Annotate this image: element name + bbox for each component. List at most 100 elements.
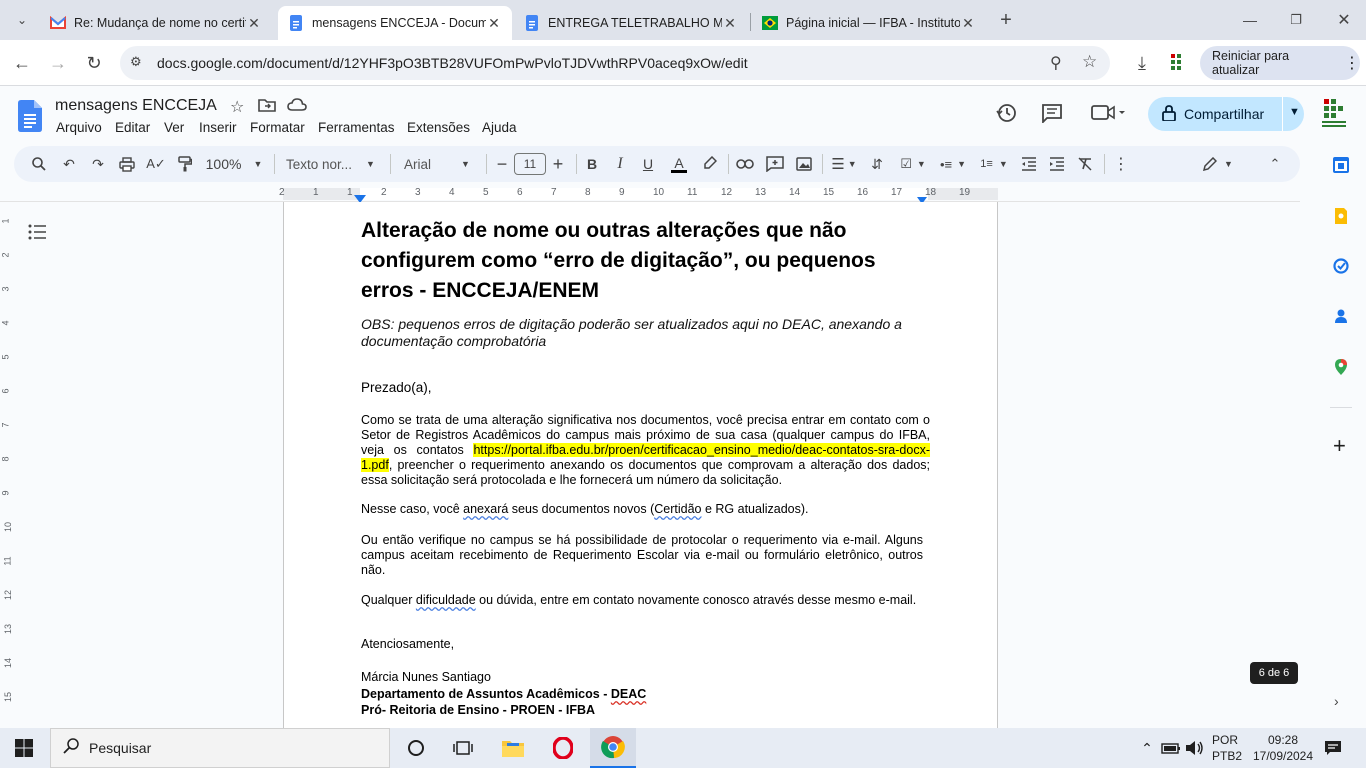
download-icon[interactable]: ⤓ <box>1128 49 1156 77</box>
print-icon[interactable] <box>116 146 138 182</box>
document-outline-icon[interactable] <box>28 224 48 245</box>
doc-paragraph-1[interactable]: Como se trata de uma alteração significa… <box>361 413 930 488</box>
star-icon[interactable]: ☆ <box>230 97 244 117</box>
decrease-indent-icon[interactable] <box>1018 146 1040 182</box>
bulleted-list-icon[interactable]: •≡ ▼ <box>936 146 970 182</box>
close-tab-icon[interactable]: ✕ <box>722 15 738 32</box>
line-spacing-icon[interactable]: ⇵ <box>866 146 888 182</box>
taskbar-search[interactable]: Pesquisar <box>50 728 390 768</box>
clear-formatting-icon[interactable] <box>1074 146 1096 182</box>
new-tab-icon[interactable]: + <box>992 6 1020 34</box>
document-canvas[interactable]: Alteração de nome ou outras alterações q… <box>0 202 1300 728</box>
collapse-menus-icon[interactable]: ⌃ <box>1264 146 1286 182</box>
url-text[interactable]: docs.google.com/document/d/12YHF3pO3BTB2… <box>157 55 748 71</box>
share-dropdown-icon[interactable]: ▼ <box>1289 106 1300 118</box>
doc-obs[interactable]: OBS: pequenos erros de digitação poderão… <box>361 316 931 350</box>
opera-icon[interactable] <box>545 728 581 768</box>
more-vert-icon[interactable]: ⋮ <box>1344 53 1360 73</box>
highlight-icon[interactable] <box>699 146 721 182</box>
insert-image-icon[interactable] <box>793 146 815 182</box>
horizontal-ruler[interactable]: 2 1 1 2 3 4 5 6 7 8 9 10 11 12 13 14 15 16 17 18 19 <box>0 186 1300 204</box>
maps-icon[interactable] <box>1333 359 1349 375</box>
paint-format-icon[interactable] <box>174 146 196 182</box>
menu-extensoes[interactable]: Extensões <box>407 120 470 135</box>
undo-icon[interactable]: ↶ <box>58 146 80 182</box>
show-hidden-icons-icon[interactable]: ⌃ <box>1138 728 1156 768</box>
tasks-icon[interactable] <box>1333 258 1349 274</box>
font-size-input[interactable]: 11 <box>514 146 546 182</box>
menu-inserir[interactable]: Inserir <box>199 120 237 135</box>
share-button[interactable]: Compartilhar ▼ <box>1148 97 1304 131</box>
forward-icon[interactable]: → <box>44 49 72 77</box>
p4-spellcheck-word[interactable]: dificuldade <box>416 593 476 607</box>
signature-unit[interactable]: Pró- Reitoria de Ensino - PROEN - IFBA <box>361 703 931 718</box>
menu-formatar[interactable]: Formatar <box>250 120 305 135</box>
back-icon[interactable]: ← <box>8 49 36 77</box>
site-settings-icon[interactable]: ⚙ <box>130 54 142 70</box>
keep-icon[interactable] <box>1333 208 1349 224</box>
close-tab-icon[interactable]: ✕ <box>246 15 262 32</box>
update-button[interactable]: Reiniciar para atualizar ⋮ <box>1200 46 1360 80</box>
notifications-icon[interactable] <box>1320 728 1346 768</box>
add-comment-icon[interactable] <box>764 146 786 182</box>
task-view-icon[interactable] <box>445 728 481 768</box>
version-history-icon[interactable] <box>996 102 1018 129</box>
editing-mode-icon[interactable]: ▼ <box>1200 146 1236 182</box>
tab-docs-active[interactable]: mensagens ENCCEJA - Docume ✕ <box>278 6 512 40</box>
increase-indent-icon[interactable] <box>1046 146 1068 182</box>
text-color-icon[interactable]: A <box>668 146 690 182</box>
underline-icon[interactable]: U <box>638 146 658 182</box>
tab-search-chevron-icon[interactable]: ⌄ <box>8 6 36 34</box>
address-bar[interactable]: ⚙ docs.google.com/document/d/12YHF3pO3BT… <box>120 46 1110 80</box>
add-addon-icon[interactable]: + <box>1333 435 1346 457</box>
keyboard-layout[interactable]: POR PTB2 <box>1212 732 1242 764</box>
doc-greeting[interactable]: Prezado(a), <box>361 380 931 395</box>
increase-font-size-icon[interactable]: + <box>548 146 568 182</box>
numbered-list-icon[interactable]: 1≡ ▼ <box>976 146 1012 182</box>
menu-ferramentas[interactable]: Ferramentas <box>318 120 395 135</box>
signature-name[interactable]: Márcia Nunes Santiago <box>361 670 931 685</box>
p2-spellcheck-word[interactable]: anexará <box>463 502 508 516</box>
reload-icon[interactable]: ↻ <box>80 49 108 77</box>
insert-link-icon[interactable] <box>734 146 756 182</box>
tab-docs-entrega[interactable]: ENTREGA TELETRABALHO MAR ✕ <box>514 6 748 40</box>
contacts-icon[interactable] <box>1333 308 1349 324</box>
doc-paragraph-2[interactable]: Nesse caso, você anexará seus documentos… <box>361 502 931 517</box>
style-select[interactable]: Texto nor... ▼ <box>284 146 380 182</box>
signature-department[interactable]: Departamento de Assuntos Acadêmicos - DE… <box>361 687 931 702</box>
menu-editar[interactable]: Editar <box>115 120 150 135</box>
more-options-icon[interactable]: ⋮ <box>1112 146 1130 182</box>
close-window-icon[interactable]: ✕ <box>1330 6 1358 34</box>
move-folder-icon[interactable] <box>258 97 276 118</box>
restore-icon[interactable]: ❐ <box>1282 6 1310 34</box>
file-explorer-icon[interactable] <box>495 728 531 768</box>
close-tab-icon[interactable]: ✕ <box>486 15 502 32</box>
font-select[interactable]: Arial ▼ <box>402 146 478 182</box>
redo-icon[interactable]: ↷ <box>87 146 109 182</box>
search-menus-icon[interactable] <box>28 146 50 182</box>
bold-icon[interactable]: B <box>582 146 602 182</box>
windows-start-icon[interactable] <box>0 728 48 768</box>
p2-spellcheck-word[interactable]: Certidão <box>654 502 701 516</box>
clock[interactable]: 09:28 17/09/2024 <box>1248 732 1318 764</box>
zoom-icon[interactable]: ⚲ <box>1050 53 1062 73</box>
chrome-taskbar-icon[interactable] <box>590 728 636 768</box>
zoom-select[interactable]: 100% ▼ <box>204 146 264 182</box>
bookmark-star-icon[interactable]: ☆ <box>1082 52 1097 72</box>
minimize-icon[interactable]: — <box>1236 6 1264 34</box>
document-page[interactable]: Alteração de nome ou outras alterações q… <box>283 202 998 728</box>
doc-closing[interactable]: Atenciosamente, <box>361 637 931 652</box>
menu-ver[interactable]: Ver <box>164 120 184 135</box>
cortana-icon[interactable] <box>398 728 434 768</box>
decrease-font-size-icon[interactable]: − <box>492 146 512 182</box>
doc-paragraph-4[interactable]: Qualquer dificuldade ou dúvida, entre em… <box>361 593 923 608</box>
tab-ifba[interactable]: Página inicial — IFBA - Instituto ✕ <box>752 6 986 40</box>
document-title[interactable]: mensagens ENCCEJA <box>55 97 217 115</box>
meet-icon[interactable] <box>1091 104 1125 127</box>
comments-icon[interactable] <box>1041 103 1063 128</box>
ifba-account-icon[interactable] <box>1320 97 1348 134</box>
menu-arquivo[interactable]: Arquivo <box>56 120 102 135</box>
volume-icon[interactable] <box>1184 728 1206 768</box>
italic-icon[interactable]: I <box>610 146 630 182</box>
calendar-icon[interactable] <box>1333 157 1349 173</box>
